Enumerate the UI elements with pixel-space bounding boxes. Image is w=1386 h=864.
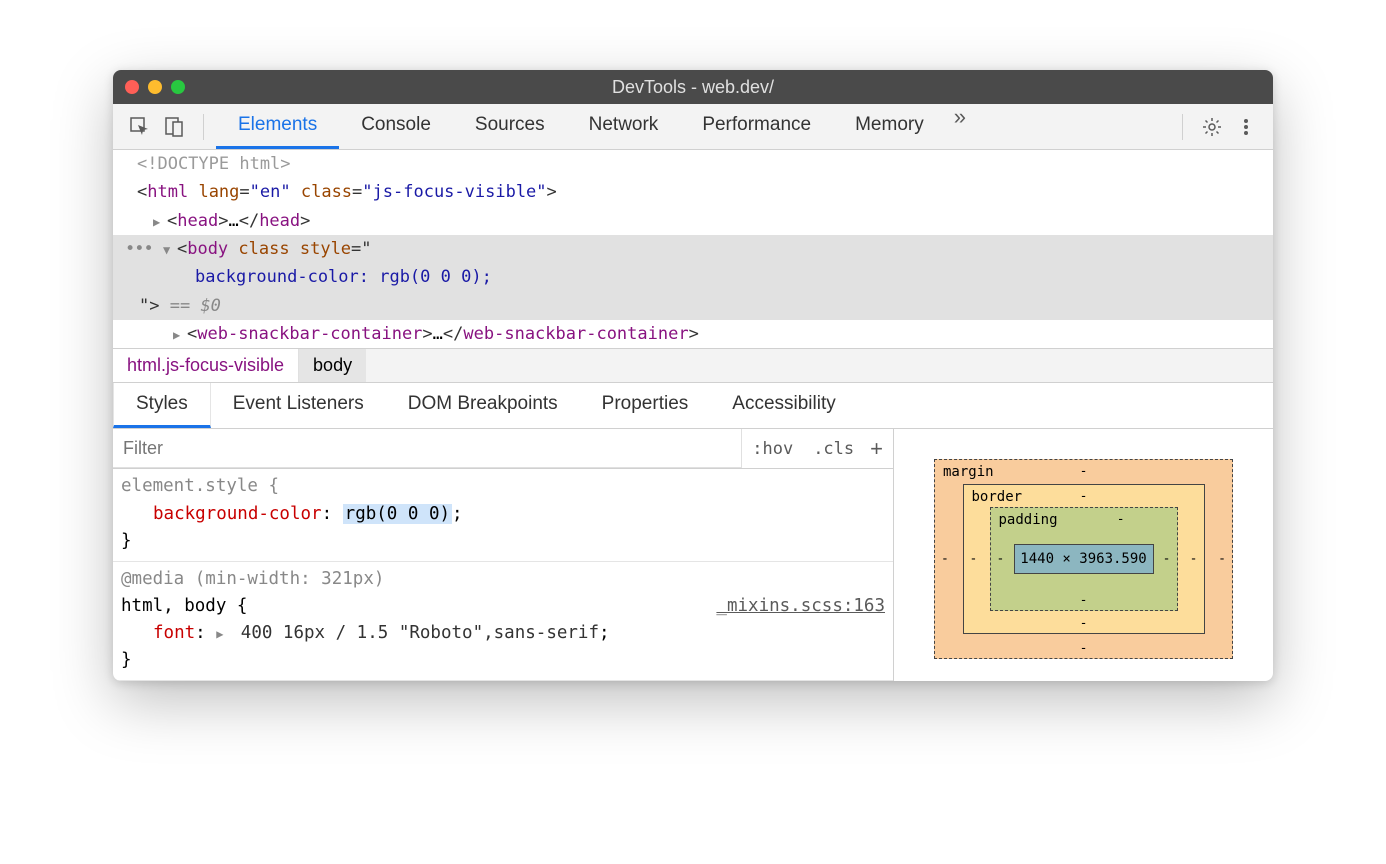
tab-memory[interactable]: Memory [833, 104, 946, 149]
box-model-border[interactable]: border - - - - padding - - - - 1440 × 39… [963, 484, 1205, 634]
more-icon[interactable] [1235, 116, 1257, 138]
tab-accessibility[interactable]: Accessibility [710, 383, 857, 428]
body-node[interactable]: ••• ▼<body class style=" [113, 235, 1273, 263]
inspect-icon[interactable] [129, 116, 151, 138]
tab-styles[interactable]: Styles [113, 383, 211, 428]
box-model-panel: margin - - - - border - - - - padding - … [893, 429, 1273, 681]
breadcrumb: html.js-focus-visible body [113, 348, 1273, 383]
doctype-node[interactable]: <!DOCTYPE html> [137, 154, 291, 174]
filter-row: :hov .cls + [113, 429, 893, 469]
sidebar-tabs: Styles Event Listeners DOM Breakpoints P… [113, 383, 1273, 429]
styles-filter-input[interactable] [113, 429, 742, 468]
media-rule[interactable]: @media (min-width: 321px) html, body {_m… [113, 562, 893, 682]
crumb-html[interactable]: html.js-focus-visible [113, 349, 299, 382]
tab-elements[interactable]: Elements [216, 104, 339, 149]
tab-event-listeners[interactable]: Event Listeners [211, 383, 386, 428]
tab-dom-breakpoints[interactable]: DOM Breakpoints [386, 383, 580, 428]
tab-properties[interactable]: Properties [580, 383, 711, 428]
tabs-overflow-button[interactable]: » [946, 104, 974, 149]
window-title: DevTools - web.dev/ [113, 77, 1273, 98]
cls-button[interactable]: .cls [803, 439, 864, 459]
styles-pane: :hov .cls + element.style { background-c… [113, 429, 893, 681]
head-node[interactable]: ▶<head>…</head> [113, 207, 1273, 235]
crumb-body[interactable]: body [299, 349, 366, 382]
toolbar-divider [1182, 114, 1183, 140]
main-toolbar: Elements Console Sources Network Perform… [113, 104, 1273, 150]
expand-icon[interactable]: ▶ [216, 625, 230, 644]
ellipsis-icon: ••• [125, 239, 153, 259]
toolbar-divider [203, 114, 204, 140]
panel-tabs: Elements Console Sources Network Perform… [216, 104, 1170, 149]
dom-tree[interactable]: <!DOCTYPE html> <html lang="en" class="j… [113, 150, 1273, 348]
tab-sources[interactable]: Sources [453, 104, 567, 149]
highlighted-value[interactable]: rgb(0 0 0) [343, 504, 452, 524]
selected-node-badge: == $0 [170, 296, 221, 316]
expand-icon[interactable]: ▶ [153, 213, 167, 232]
settings-icon[interactable] [1201, 116, 1223, 138]
titlebar: DevTools - web.dev/ [113, 70, 1273, 104]
html-node[interactable]: <html lang="en" class="js-focus-visible"… [113, 178, 1273, 206]
expand-icon[interactable]: ▶ [173, 326, 187, 345]
element-style-rule[interactable]: element.style { background-color: rgb(0 … [113, 469, 893, 561]
hov-button[interactable]: :hov [742, 439, 803, 459]
devtools-window: DevTools - web.dev/ Elements Console Sou… [113, 70, 1273, 681]
tab-performance[interactable]: Performance [680, 104, 833, 149]
source-link[interactable]: _mixins.scss:163 [716, 593, 885, 620]
body-style-content[interactable]: background-color: rgb(0 0 0); [113, 263, 1273, 291]
new-rule-button[interactable]: + [864, 436, 893, 462]
tab-console[interactable]: Console [339, 104, 453, 149]
device-toolbar-icon[interactable] [163, 116, 185, 138]
collapse-icon[interactable]: ▼ [163, 241, 177, 260]
tab-network[interactable]: Network [567, 104, 681, 149]
body-node-end[interactable]: "> == $0 [113, 292, 1273, 320]
box-model-padding[interactable]: padding - - - - 1440 × 3963.590 [990, 507, 1178, 611]
box-model-content[interactable]: 1440 × 3963.590 [1014, 544, 1154, 574]
snackbar-node[interactable]: ▶<web-snackbar-container>…</web-snackbar… [113, 320, 1273, 348]
styles-body: :hov .cls + element.style { background-c… [113, 429, 1273, 681]
style-rules[interactable]: element.style { background-color: rgb(0 … [113, 469, 893, 681]
box-model-margin[interactable]: margin - - - - border - - - - padding - … [934, 459, 1233, 659]
